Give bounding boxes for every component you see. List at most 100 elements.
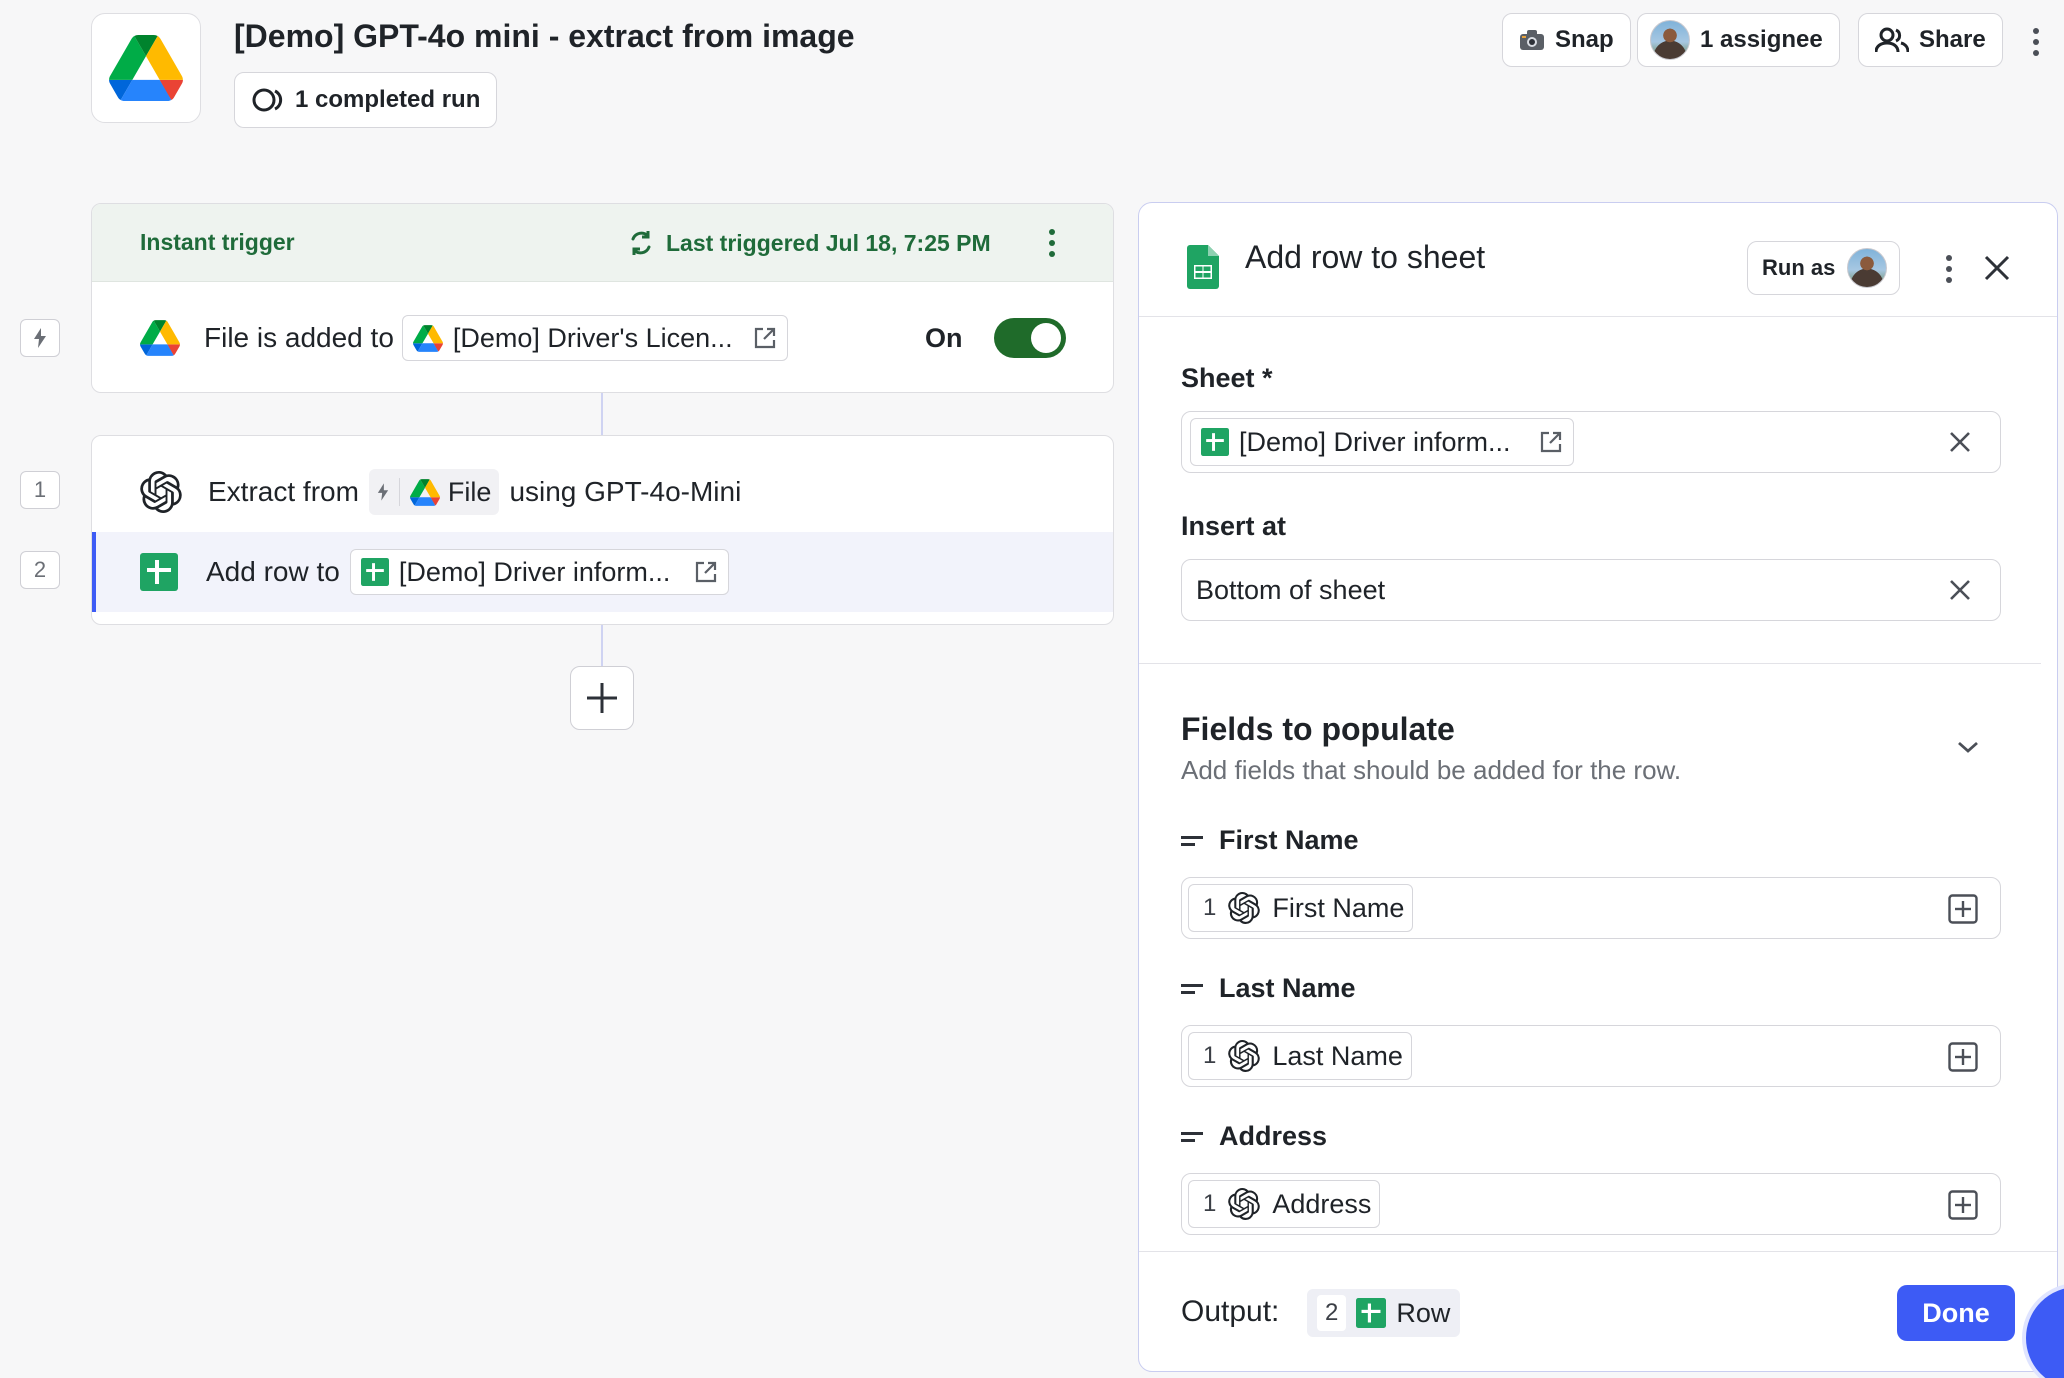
steps-card: Extract from File using GPT-4o-Mini Add … <box>91 435 1114 625</box>
field-label-text: Last Name <box>1219 973 1356 1003</box>
avatar <box>1847 248 1888 288</box>
token-step-number: 1 <box>1203 1190 1217 1217</box>
field-label-first-name: First Name <box>1181 825 1359 856</box>
token-step-number: 1 <box>1203 1042 1217 1069</box>
token-label: Last Name <box>1272 1040 1403 1071</box>
connector-line <box>601 625 603 666</box>
fields-section-title: Fields to populate <box>1181 711 1455 747</box>
snap-label: Snap <box>1555 26 1614 53</box>
completed-runs-button[interactable]: 1 completed run <box>234 72 498 128</box>
insert-at-label: Insert at <box>1181 511 1287 541</box>
last-triggered: Last triggered Jul 18, 7:25 PM <box>628 204 991 282</box>
field-input-last-name[interactable]: 1 Last Name <box>1181 1025 2001 1087</box>
drive-folder-chip[interactable]: [Demo] Driver's Licen... <box>401 315 788 361</box>
mapped-token[interactable]: 1 First Name <box>1188 884 1414 932</box>
chevron-down-icon[interactable] <box>1956 739 1980 755</box>
equals-icon <box>1181 835 1203 846</box>
app-logo <box>91 13 201 123</box>
clear-icon[interactable] <box>1948 578 1972 602</box>
people-icon <box>1875 27 1909 53</box>
equals-icon <box>1181 983 1203 994</box>
camera-icon <box>1520 30 1544 50</box>
google-sheets-icon <box>1201 428 1229 456</box>
more-options-icon[interactable] <box>2026 22 2046 62</box>
mapped-token[interactable]: 1 Last Name <box>1188 1032 1412 1080</box>
fields-section-subtitle: Add fields that should be added for the … <box>1181 755 1682 785</box>
trigger-more-icon[interactable] <box>1042 224 1062 262</box>
equals-icon <box>1181 1131 1203 1142</box>
sheet-selected-chip[interactable]: [Demo] Driver inform... <box>1190 418 1574 466</box>
google-sheets-icon <box>360 558 389 586</box>
trigger-toggle[interactable] <box>994 318 1066 358</box>
google-drive-icon <box>409 478 440 506</box>
clear-icon[interactable] <box>1948 430 1972 454</box>
panel-more-icon[interactable] <box>1939 251 1959 287</box>
trigger-header: Instant trigger Last triggered Jul 18, 7… <box>92 204 1113 282</box>
external-link-icon[interactable] <box>753 326 777 350</box>
insert-variable-icon[interactable] <box>1948 1190 1978 1220</box>
output-chip-label: Row <box>1396 1297 1451 1328</box>
connector-line <box>601 393 603 435</box>
run-as-button[interactable]: Run as <box>1747 241 1901 295</box>
file-variable-chip[interactable]: File <box>368 469 500 515</box>
google-sheets-icon <box>140 553 178 591</box>
sheet-chip[interactable]: [Demo] Driver inform... <box>349 549 730 595</box>
step-prefix: Extract from <box>208 476 359 507</box>
openai-icon <box>1228 1188 1261 1220</box>
snap-button[interactable]: Snap <box>1502 13 1631 67</box>
field-input-address[interactable]: 1 Address <box>1181 1173 2001 1235</box>
google-drive-icon <box>140 320 180 356</box>
refresh-icon <box>631 231 651 255</box>
openai-icon <box>140 471 182 513</box>
field-input-first-name[interactable]: 1 First Name <box>1181 877 2001 939</box>
step-number-badge: 2 <box>20 551 60 589</box>
google-sheets-icon <box>1356 1298 1387 1328</box>
google-drive-icon <box>412 324 443 352</box>
output-step-number: 2 <box>1317 1295 1347 1331</box>
close-icon[interactable] <box>1984 255 2010 281</box>
external-link-icon[interactable] <box>694 560 718 584</box>
assignee-button[interactable]: 1 assignee <box>1637 13 1840 67</box>
token-label: First Name <box>1272 892 1405 923</box>
trigger-type-label: Instant trigger <box>140 229 295 255</box>
token-step-number: 1 <box>1203 894 1217 921</box>
lightning-icon <box>377 483 389 501</box>
trigger-card[interactable]: Instant trigger Last triggered Jul 18, 7… <box>91 203 1114 393</box>
share-button[interactable]: Share <box>1858 13 2003 67</box>
field-label-address: Address <box>1181 1121 1327 1152</box>
panel-title: Add row to sheet <box>1245 239 1486 275</box>
plus-icon <box>587 683 617 713</box>
step-suffix: using GPT-4o-Mini <box>509 476 742 507</box>
trigger-step-text: File is added to <box>204 322 394 353</box>
drive-folder-label: [Demo] Driver's Licen... <box>452 322 733 353</box>
last-triggered-label: Last triggered Jul 18, 7:25 PM <box>666 229 991 256</box>
step-row-add-row[interactable]: Add row to [Demo] Driver inform... <box>92 532 1113 612</box>
trigger-row[interactable]: File is added to [Demo] Driver's Licen..… <box>92 282 1113 392</box>
step-config-panel: Add row to sheet Run as Sheet * [Demo] D… <box>1138 202 2058 1372</box>
token-label: Address <box>1272 1188 1372 1219</box>
mapped-token[interactable]: 1 Address <box>1188 1180 1381 1228</box>
avatar <box>1650 20 1690 60</box>
insert-variable-icon[interactable] <box>1948 1042 1978 1072</box>
lightning-icon <box>34 328 46 348</box>
google-drive-icon <box>109 35 183 101</box>
add-step-button[interactable] <box>570 666 634 730</box>
sheet-field-label: Sheet * <box>1181 363 1273 393</box>
share-label: Share <box>1919 26 1986 53</box>
panel-footer-divider <box>1139 1251 2057 1252</box>
toggle-label: On <box>925 323 963 353</box>
done-button[interactable]: Done <box>1897 1285 2015 1341</box>
insert-at-value: Bottom of sheet <box>1196 574 1386 605</box>
output-chip[interactable]: 2 Row <box>1307 1289 1461 1337</box>
sheet-chip-label: [Demo] Driver inform... <box>398 556 671 587</box>
sheet-field[interactable]: [Demo] Driver inform... <box>1181 411 2001 473</box>
trigger-step-badge <box>20 319 60 357</box>
insert-variable-icon[interactable] <box>1948 894 1978 924</box>
sheet-selected-label: [Demo] Driver inform... <box>1239 426 1511 457</box>
external-link-icon[interactable] <box>1539 430 1563 454</box>
insert-at-field[interactable]: Bottom of sheet <box>1181 559 2001 621</box>
field-label-text: First Name <box>1219 825 1359 855</box>
openai-icon <box>1228 892 1261 924</box>
field-label-last-name: Last Name <box>1181 973 1356 1004</box>
step-row-extract[interactable]: Extract from File using GPT-4o-Mini <box>92 452 1113 532</box>
